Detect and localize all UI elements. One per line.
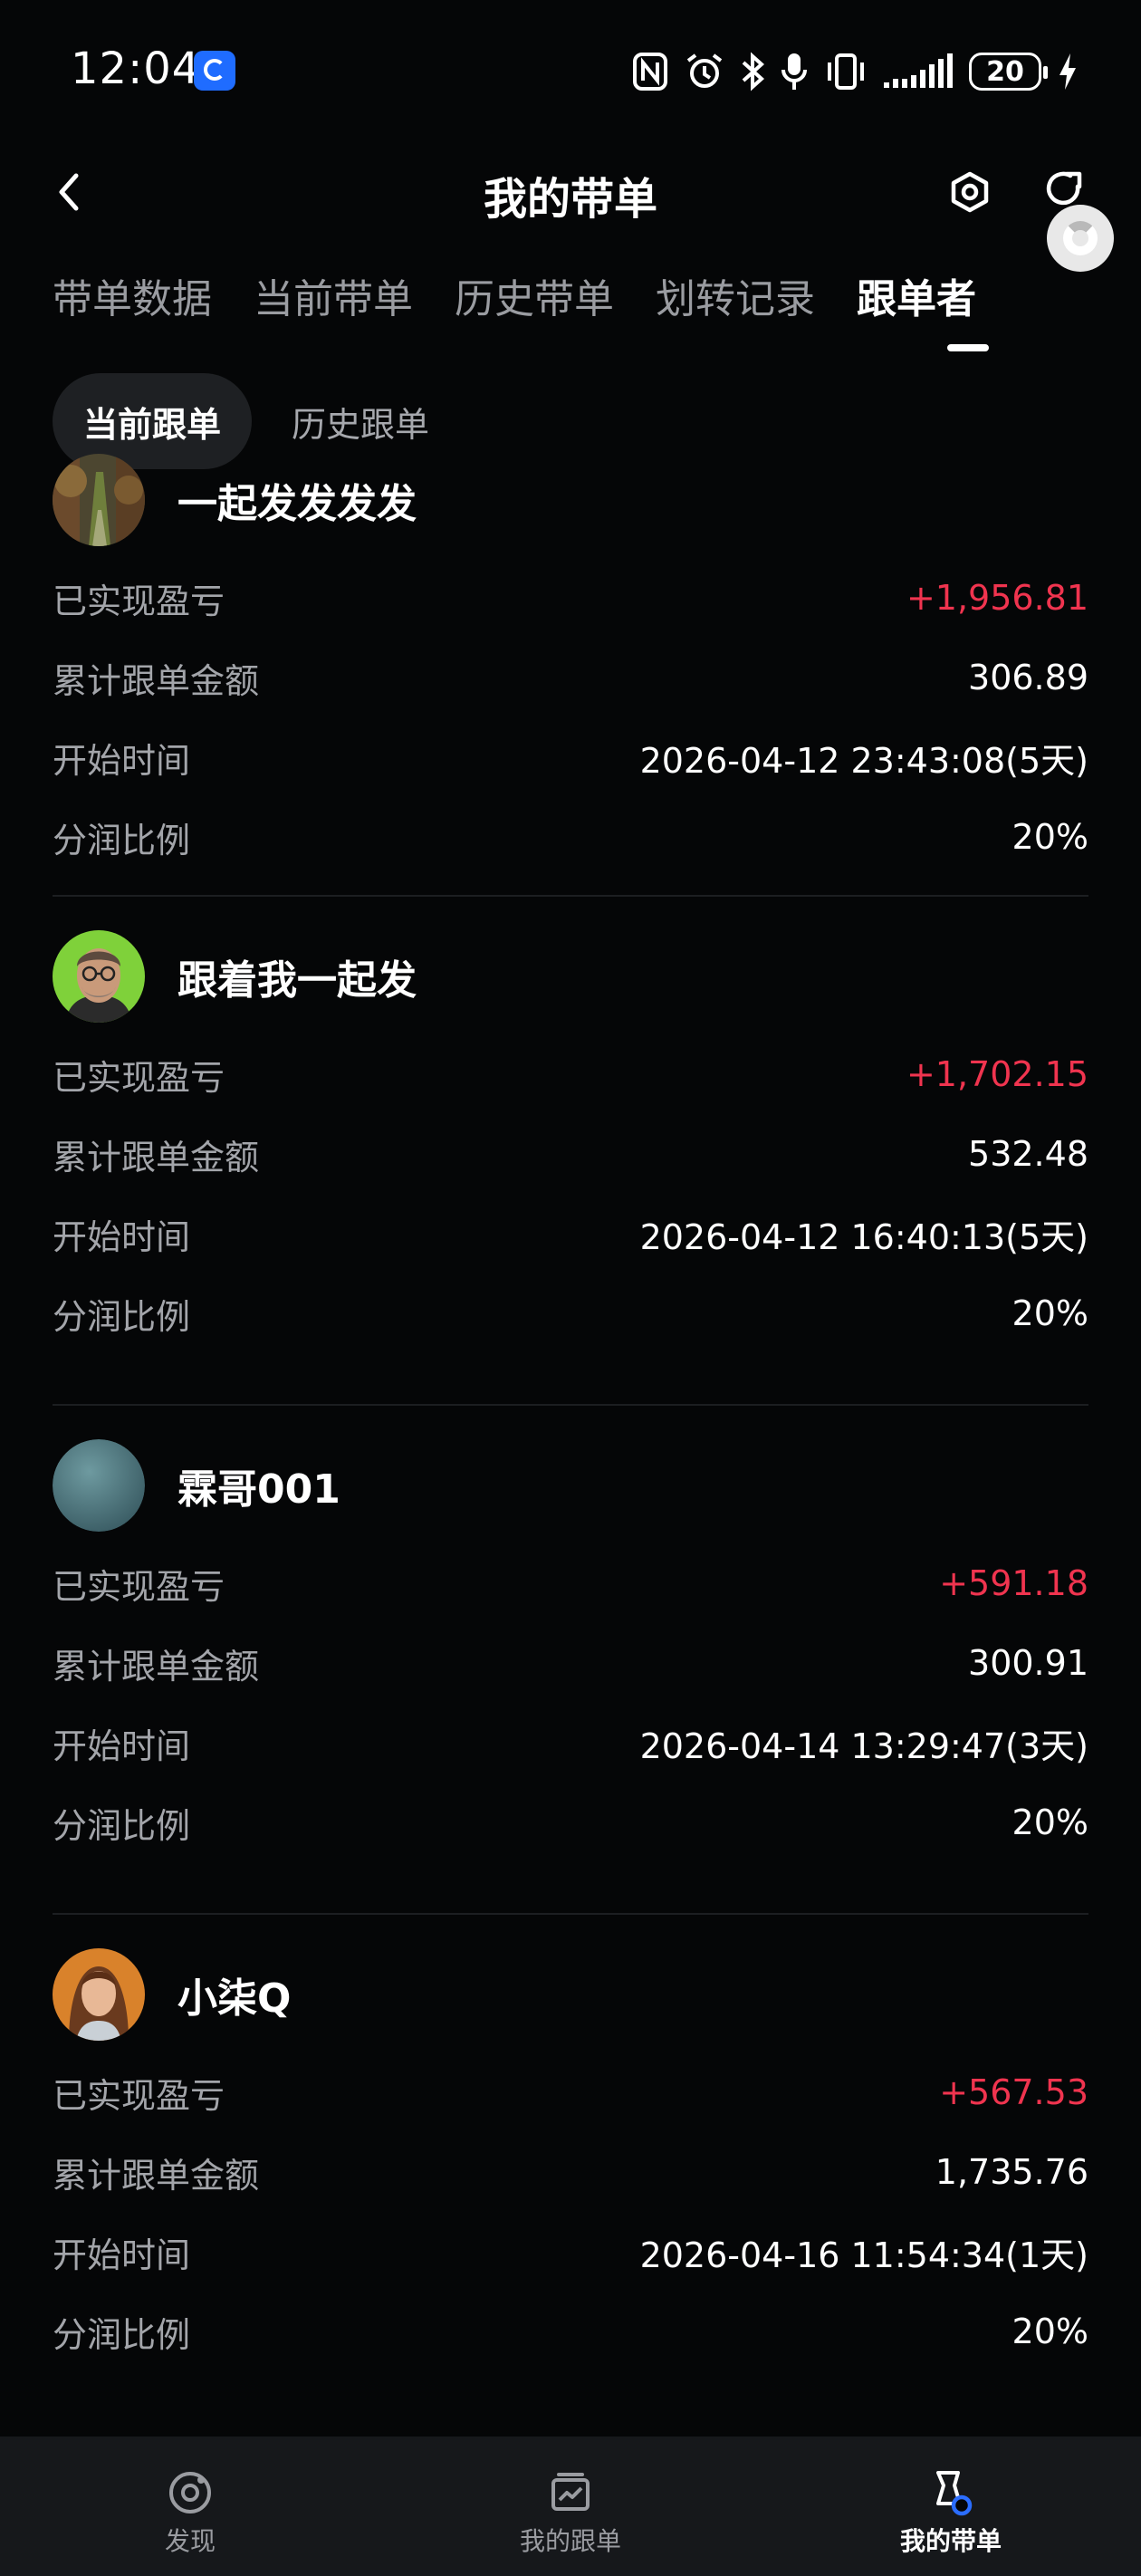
pnl-value: +567.53 bbox=[939, 2072, 1088, 2112]
forest-avatar bbox=[53, 454, 145, 546]
start-time-value: 2026-04-12 23:43:08(5天) bbox=[639, 740, 1088, 781]
status-icons: 20 bbox=[632, 45, 1078, 98]
tab-current-lead[interactable]: 当前带单 bbox=[254, 266, 413, 339]
follower-header: 霖哥001 bbox=[53, 1438, 340, 1533]
bottom-nav: 发现 我的跟单 我的带单 bbox=[0, 2437, 1141, 2576]
my-lead-icon bbox=[936, 2471, 973, 2516]
amount-value: 1,735.76 bbox=[935, 2152, 1088, 2192]
start-time-row: 开始时间 2026-04-14 13:29:47(3天) bbox=[53, 1716, 1088, 1770]
profit-share-row: 分润比例 20% bbox=[53, 810, 1088, 864]
follower-header: 跟着我一起发 bbox=[53, 929, 417, 1024]
profit-share-row: 分润比例 20% bbox=[53, 1286, 1088, 1341]
nav-label: 发现 bbox=[164, 2526, 216, 2556]
profit-share-value: 20% bbox=[1012, 2312, 1088, 2351]
app-notification-icon bbox=[194, 51, 235, 91]
settings-button[interactable] bbox=[942, 156, 998, 228]
pnl-row: 已实现盈亏 +567.53 bbox=[53, 2065, 1088, 2119]
profit-share-label: 分润比例 bbox=[53, 1296, 191, 1337]
amount-value: 532.48 bbox=[968, 1134, 1088, 1174]
start-time-label: 开始时间 bbox=[53, 1725, 191, 1766]
follower-card[interactable]: 跟着我一起发 已实现盈亏 +1,702.15 累计跟单金额 532.48 开始时间 2… bbox=[53, 897, 1088, 1406]
follower-card[interactable]: 一起发发发发 已实现盈亏 +1,956.81 累计跟单金额 306.89 开始时间 2… bbox=[53, 453, 1088, 897]
nav-my-lead[interactable]: 我的带单 bbox=[761, 2437, 1141, 2576]
tab-active-indicator bbox=[947, 344, 989, 351]
amount-value: 306.89 bbox=[968, 658, 1088, 697]
follower-name: 霖哥001 bbox=[177, 1466, 340, 1513]
amount-label: 累计跟单金额 bbox=[53, 1137, 260, 1177]
charging-icon bbox=[1060, 53, 1076, 90]
amount-label: 累计跟单金额 bbox=[53, 660, 260, 701]
tab-followers[interactable]: 跟单者 bbox=[857, 266, 976, 339]
start-time-row: 开始时间 2026-04-16 11:54:34(1天) bbox=[53, 2225, 1088, 2279]
floating-loader-icon[interactable] bbox=[1047, 205, 1114, 272]
start-time-row: 开始时间 2026-04-12 16:40:13(5天) bbox=[53, 1206, 1088, 1261]
pnl-label: 已实现盈亏 bbox=[53, 1566, 225, 1607]
pnl-value: +1,956.81 bbox=[906, 578, 1088, 618]
follower-header: 一起发发发发 bbox=[53, 453, 417, 547]
nav-discover[interactable]: 发现 bbox=[0, 2437, 380, 2576]
profit-share-label: 分润比例 bbox=[53, 1805, 191, 1846]
vibrate-icon bbox=[828, 53, 864, 90]
my-copy-icon bbox=[551, 2473, 590, 2511]
main-tabs: 带单数据 当前带单 历史带单 划转记录 跟单者 bbox=[53, 266, 976, 339]
microphone-icon bbox=[781, 53, 807, 90]
woman-avatar bbox=[53, 1948, 145, 2041]
pnl-row: 已实现盈亏 +1,956.81 bbox=[53, 571, 1088, 625]
profit-share-row: 分润比例 20% bbox=[53, 1795, 1088, 1850]
battery-indicator: 20 bbox=[969, 53, 1048, 91]
pnl-label: 已实现盈亏 bbox=[53, 1057, 225, 1098]
profit-share-value: 20% bbox=[1012, 1802, 1088, 1842]
status-bar: 12:04 20 bbox=[0, 0, 1141, 145]
pnl-value: +591.18 bbox=[939, 1563, 1088, 1603]
amount-row: 累计跟单金额 532.48 bbox=[53, 1127, 1088, 1181]
amount-row: 累计跟单金额 1,735.76 bbox=[53, 2145, 1088, 2199]
battery-level: 20 bbox=[986, 55, 1024, 88]
alarm-icon bbox=[686, 53, 723, 88]
tab-history-lead[interactable]: 历史带单 bbox=[455, 266, 614, 339]
signal-icon bbox=[884, 53, 953, 88]
follower-card[interactable]: 小柒Q 已实现盈亏 +567.53 累计跟单金额 1,735.76 开始时间 2026… bbox=[53, 1915, 1088, 2424]
profit-share-label: 分润比例 bbox=[53, 2314, 191, 2355]
amount-label: 累计跟单金额 bbox=[53, 2155, 260, 2196]
tab-transfer-records[interactable]: 划转记录 bbox=[656, 266, 815, 339]
follower-card[interactable]: 霖哥001 已实现盈亏 +591.18 累计跟单金额 300.91 开始时间 2026… bbox=[53, 1406, 1088, 1915]
nfc-icon bbox=[633, 53, 667, 91]
discover-icon bbox=[169, 2472, 211, 2514]
nav-label: 我的跟单 bbox=[519, 2526, 621, 2556]
profit-share-value: 20% bbox=[1012, 817, 1088, 857]
nav-my-copy[interactable]: 我的跟单 bbox=[380, 2437, 761, 2576]
profit-share-row: 分润比例 20% bbox=[53, 2304, 1088, 2359]
profit-share-value: 20% bbox=[1012, 1293, 1088, 1333]
status-time: 12:04 bbox=[71, 43, 201, 94]
start-time-label: 开始时间 bbox=[53, 2235, 191, 2275]
app-header: 我的带单 bbox=[0, 145, 1141, 254]
settings-hexagon-icon bbox=[951, 171, 989, 213]
start-time-value: 2026-04-12 16:40:13(5天) bbox=[639, 1216, 1088, 1257]
start-time-value: 2026-04-16 11:54:34(1天) bbox=[639, 2235, 1088, 2275]
pnl-label: 已实现盈亏 bbox=[53, 2075, 225, 2116]
amount-value: 300.91 bbox=[968, 1643, 1088, 1683]
nav-label: 我的带单 bbox=[899, 2526, 1002, 2556]
start-time-row: 开始时间 2026-04-12 23:43:08(5天) bbox=[53, 730, 1088, 784]
follower-header: 小柒Q bbox=[53, 1947, 291, 2042]
pnl-value: +1,702.15 bbox=[906, 1054, 1088, 1094]
follower-name: 小柒Q bbox=[177, 1975, 292, 2022]
pnl-row: 已实现盈亏 +1,702.15 bbox=[53, 1047, 1088, 1101]
start-time-label: 开始时间 bbox=[53, 740, 191, 781]
follower-name: 一起发发发发 bbox=[177, 481, 417, 527]
follower-list: 一起发发发发 已实现盈亏 +1,956.81 累计跟单金额 306.89 开始时间 2… bbox=[53, 453, 1088, 2437]
tab-lead-data[interactable]: 带单数据 bbox=[53, 266, 212, 339]
follower-name: 跟着我一起发 bbox=[177, 957, 417, 1004]
teal-sphere-avatar bbox=[53, 1439, 145, 1532]
pnl-label: 已实现盈亏 bbox=[53, 581, 225, 621]
start-time-value: 2026-04-14 13:29:47(3天) bbox=[639, 1725, 1088, 1766]
profit-share-label: 分润比例 bbox=[53, 820, 191, 860]
start-time-label: 开始时间 bbox=[53, 1216, 191, 1257]
bluetooth-icon bbox=[742, 52, 764, 91]
pnl-row: 已实现盈亏 +591.18 bbox=[53, 1556, 1088, 1610]
amount-row: 累计跟单金额 300.91 bbox=[53, 1636, 1088, 1690]
amount-row: 累计跟单金额 306.89 bbox=[53, 650, 1088, 705]
man-glasses-avatar bbox=[53, 930, 145, 1023]
amount-label: 累计跟单金额 bbox=[53, 1646, 260, 1687]
